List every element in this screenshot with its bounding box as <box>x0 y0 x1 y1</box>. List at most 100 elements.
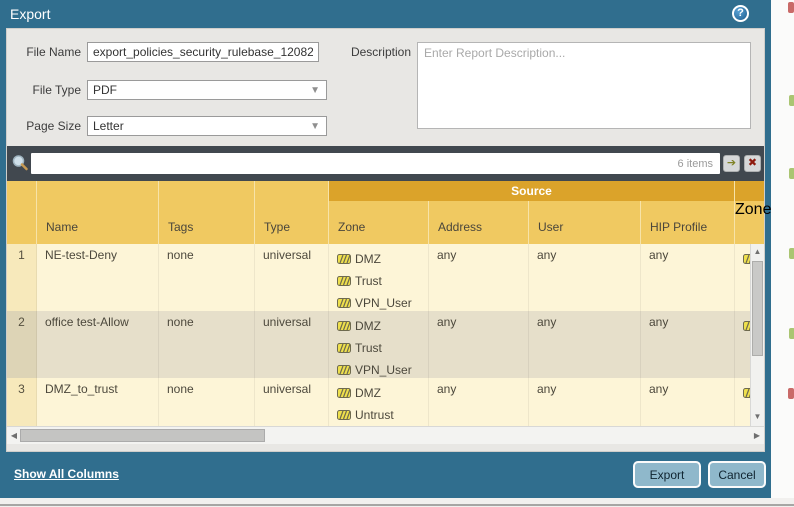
page-size-label: Page Size <box>7 119 81 133</box>
file-name-input[interactable] <box>87 42 319 62</box>
column-header-hip-profile[interactable]: HIP Profile <box>641 201 735 244</box>
scroll-right-arrow-icon[interactable]: ▶ <box>750 427 764 444</box>
zone-icon <box>337 343 351 353</box>
zone-icon <box>337 298 351 308</box>
zone-name: DMZ <box>355 386 381 400</box>
filter-input[interactable]: 6 items <box>31 153 720 174</box>
zone-name: Trust <box>355 274 382 288</box>
scroll-down-arrow-icon[interactable]: ▼ <box>751 409 764 424</box>
items-count: 6 items <box>678 158 720 170</box>
table-row: 3 DMZ_to_trust none universal DMZ Untrus… <box>7 378 764 426</box>
source-zones-cell: DMZ Untrust <box>329 378 429 426</box>
dialog-title-bar: Export ? <box>0 0 771 28</box>
column-header-type[interactable]: Type <box>255 181 329 244</box>
horizontal-scrollbar[interactable]: ◀ ▶ <box>7 426 764 444</box>
background-page-strip <box>771 0 794 507</box>
zone-icon <box>337 365 351 375</box>
column-header-address[interactable]: Address <box>429 201 529 244</box>
background-fragment <box>789 328 794 339</box>
file-type-dropdown[interactable]: PDF ▼ <box>87 80 327 100</box>
source-user: any <box>529 378 641 426</box>
description-label: Description <box>345 45 411 59</box>
destination-group-band <box>735 181 764 201</box>
search-icon <box>11 154 29 172</box>
column-header-tags[interactable]: Tags <box>159 181 255 244</box>
table-header: Name Tags Type Source Zone Address User … <box>7 181 764 244</box>
rule-name: DMZ_to_trust <box>37 378 159 426</box>
page-size-value: Letter <box>93 119 124 133</box>
filter-bar: 6 items ➔ ✖ <box>7 146 764 181</box>
zone-name: Untrust <box>355 408 394 422</box>
export-button[interactable]: Export <box>633 461 701 488</box>
table-row: 2 office test-Allow none universal DMZ T… <box>7 311 764 378</box>
zone-name: VPN_User <box>355 296 412 310</box>
page-size-dropdown[interactable]: Letter ▼ <box>87 116 327 136</box>
rule-tags: none <box>159 244 255 311</box>
hip-profile: any <box>641 378 735 426</box>
source-zones-cell: DMZ Trust VPN_User <box>329 244 429 311</box>
source-user: any <box>529 244 641 311</box>
background-fragment <box>788 388 794 399</box>
scroll-up-arrow-icon[interactable]: ▲ <box>751 244 764 259</box>
background-fragment <box>789 248 794 259</box>
row-number: 3 <box>7 378 37 426</box>
source-user: any <box>529 311 641 378</box>
column-header-rownum <box>7 181 37 244</box>
zone-icon <box>337 276 351 286</box>
column-header-user[interactable]: User <box>529 201 641 244</box>
zone-icon <box>337 388 351 398</box>
file-type-label: File Type <box>7 83 81 97</box>
rule-type: universal <box>255 311 329 378</box>
source-column-group: Source Zone Address User HIP Profile <box>329 181 735 244</box>
background-fragment <box>788 2 794 13</box>
source-address: any <box>429 244 529 311</box>
rule-tags: none <box>159 378 255 426</box>
description-textarea[interactable] <box>417 42 751 129</box>
table-body: 1 NE-test-Deny none universal DMZ Trust … <box>7 244 764 426</box>
zone-icon <box>337 410 351 420</box>
zone-name: VPN_User <box>355 363 412 377</box>
dialog-title: Export <box>10 6 50 22</box>
export-dialog: Export ? File Name File Type PDF ▼ Page … <box>0 0 771 498</box>
zone-icon <box>337 321 351 331</box>
chevron-down-icon: ▼ <box>310 121 320 132</box>
rule-type: universal <box>255 378 329 426</box>
source-address: any <box>429 378 529 426</box>
source-zones-cell: DMZ Trust VPN_User <box>329 311 429 378</box>
screen: Export ? File Name File Type PDF ▼ Page … <box>0 0 794 507</box>
file-name-label: File Name <box>7 45 81 59</box>
clear-filter-button[interactable]: ✖ <box>744 155 761 172</box>
dialog-content: File Name File Type PDF ▼ Page Size Lett… <box>6 28 765 452</box>
show-all-columns-link[interactable]: Show All Columns <box>14 467 119 481</box>
horizontal-scrollbar-thumb[interactable] <box>20 429 265 442</box>
rule-type: universal <box>255 244 329 311</box>
row-number: 2 <box>7 311 37 378</box>
zone-icon <box>337 254 351 264</box>
background-fragment <box>789 95 794 106</box>
hip-profile: any <box>641 311 735 378</box>
vertical-scrollbar-thumb[interactable] <box>752 261 763 356</box>
divider <box>0 504 794 506</box>
row-number: 1 <box>7 244 37 311</box>
file-type-value: PDF <box>93 83 117 97</box>
apply-filter-button[interactable]: ➔ <box>723 155 740 172</box>
zone-name: DMZ <box>355 252 381 266</box>
scroll-left-arrow-icon[interactable]: ◀ <box>7 427 21 444</box>
source-address: any <box>429 311 529 378</box>
background-fragment <box>789 168 794 179</box>
column-header-dest-zone[interactable]: Zone <box>735 181 764 244</box>
rules-table: Name Tags Type Source Zone Address User … <box>7 181 764 444</box>
export-form: File Name File Type PDF ▼ Page Size Lett… <box>7 29 764 146</box>
rule-tags: none <box>159 311 255 378</box>
hip-profile: any <box>641 244 735 311</box>
column-header-source-zone[interactable]: Zone <box>329 201 429 244</box>
zone-name: DMZ <box>355 319 381 333</box>
cancel-button[interactable]: Cancel <box>708 461 766 488</box>
rule-name: office test-Allow <box>37 311 159 378</box>
zone-name: Trust <box>355 341 382 355</box>
column-header-name[interactable]: Name <box>37 181 159 244</box>
vertical-scrollbar[interactable]: ▲ ▼ <box>750 244 764 426</box>
dialog-footer: Show All Columns Export Cancel <box>0 452 771 498</box>
help-icon[interactable]: ? <box>732 5 749 22</box>
source-group-header: Source <box>329 181 735 201</box>
